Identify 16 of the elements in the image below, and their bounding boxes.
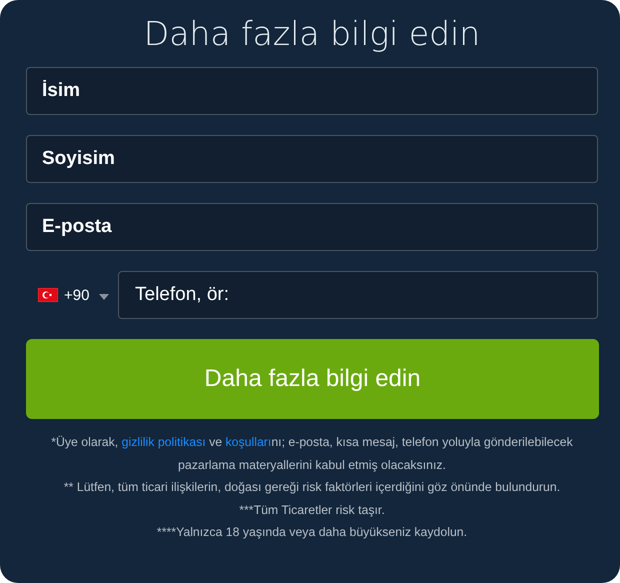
caret-icon: [99, 294, 110, 300]
terms-link[interactable]: gizlilik politikası: [122, 435, 206, 449]
terms-link[interactable]: koşulları: [226, 435, 272, 449]
submit-button[interactable]: Daha fazla bilgi edin: [26, 339, 599, 419]
text-field[interactable]: Soyisim: [26, 135, 598, 183]
text-field[interactable]: İsim: [26, 67, 598, 115]
disclaimer-text: *Üye olarak, gizlilik politikası ve koşullarını; e-posta, kısa mesaj, telefon yoluyla gönderilebilecek pazarlama materyallerini kabul etmiş olacaksınız.: [50, 434, 574, 474]
country-code-selector[interactable]: +90: [26, 286, 118, 304]
form-title: Daha fazla bilgi edin: [144, 13, 480, 55]
text-field[interactable]: E-posta: [26, 203, 598, 251]
country-code: +90: [64, 286, 90, 304]
flag-icon: [38, 288, 58, 302]
phone-field[interactable]: Telefon, ör:: [118, 271, 598, 319]
disclaimer-text: ***Tüm Ticaretler risk taşır.: [238, 502, 386, 519]
disclaimer-text: ****Yalnızca 18 yaşında veya daha büyükseniz kaydolun.: [156, 524, 468, 541]
disclaimer-text: ** Lütfen, tüm ticari ilişkilerin, doğası gereği risk faktörleri içerdiğini göz önünde bulundurun.: [62, 479, 562, 496]
